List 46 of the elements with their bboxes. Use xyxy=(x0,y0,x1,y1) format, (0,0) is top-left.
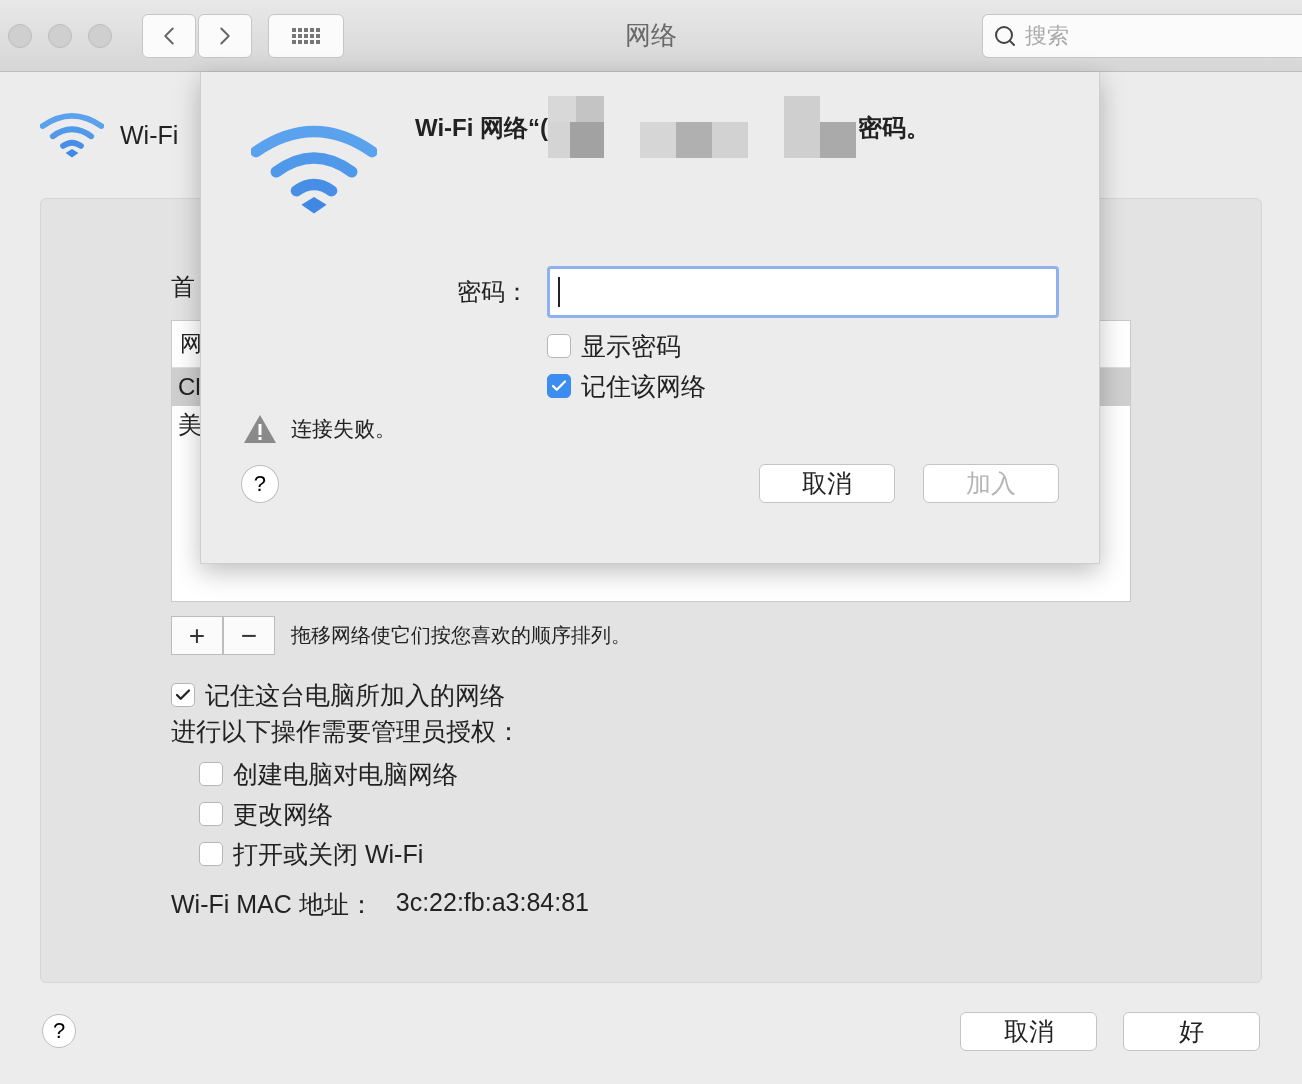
grid-icon xyxy=(291,26,321,45)
column-header[interactable]: 网 xyxy=(180,329,202,359)
show-all-button[interactable] xyxy=(268,13,344,58)
cancel-button[interactable]: 取消 xyxy=(960,1011,1097,1051)
help-button[interactable]: ? xyxy=(42,1014,76,1048)
ok-button[interactable]: 好 xyxy=(1123,1011,1260,1051)
wifi-icon xyxy=(40,111,104,159)
warning-icon xyxy=(243,414,277,444)
checkbox[interactable] xyxy=(171,683,195,707)
checkbox-option[interactable]: 创建电脑对电脑网络 xyxy=(199,754,1131,794)
search-input[interactable]: 搜索 xyxy=(1023,21,1287,50)
add-button[interactable]: + xyxy=(171,616,223,655)
wifi-icon xyxy=(251,124,377,215)
back-button[interactable] xyxy=(142,13,196,58)
mac-address: 3c:22:fb:a3:84:81 xyxy=(395,888,589,918)
checkbox[interactable] xyxy=(199,762,223,786)
password-field[interactable] xyxy=(547,266,1059,318)
checkbox[interactable] xyxy=(199,802,223,826)
password-label: 密码： xyxy=(457,277,529,307)
cancel-button[interactable]: 取消 xyxy=(758,464,895,503)
list-heading: 首 xyxy=(171,273,195,300)
checkbox-option[interactable]: 记住该网络 xyxy=(547,366,1059,406)
checkbox-option[interactable]: 记住这台电脑所加入的网络 xyxy=(171,675,1131,715)
search-icon xyxy=(993,23,1017,48)
error-message: 连接失败。 xyxy=(291,416,396,442)
checkbox[interactable] xyxy=(547,334,571,358)
dialog-title: 密码。 xyxy=(858,113,931,143)
zoom-window-button[interactable] xyxy=(88,23,112,48)
checkbox-option[interactable]: 打开或关闭 Wi-Fi xyxy=(199,834,1131,874)
help-button[interactable]: ? xyxy=(241,464,279,503)
text-cursor xyxy=(558,277,560,307)
forward-button[interactable] xyxy=(198,13,252,58)
checkbox-option[interactable]: 更改网络 xyxy=(199,794,1131,834)
close-window-button[interactable] xyxy=(8,23,32,48)
checkbox[interactable] xyxy=(199,842,223,866)
checkbox-option[interactable]: 显示密码 xyxy=(547,326,1059,366)
window-title: 网络 xyxy=(625,20,677,50)
list-hint: 拖移网络使它们按您喜欢的顺序排列。 xyxy=(291,623,631,648)
mac-label: Wi-Fi MAC 地址： xyxy=(171,889,374,920)
admin-heading: 进行以下操作需要管理员授权： xyxy=(171,717,521,745)
dialog-title: Wi-Fi 网络“( xyxy=(415,113,549,143)
checkbox[interactable] xyxy=(547,374,571,398)
minimize-window-button[interactable] xyxy=(48,23,72,48)
pane-title: Wi-Fi xyxy=(120,120,179,150)
remove-button[interactable]: − xyxy=(223,616,275,655)
search-field[interactable]: 搜索 xyxy=(982,13,1302,58)
